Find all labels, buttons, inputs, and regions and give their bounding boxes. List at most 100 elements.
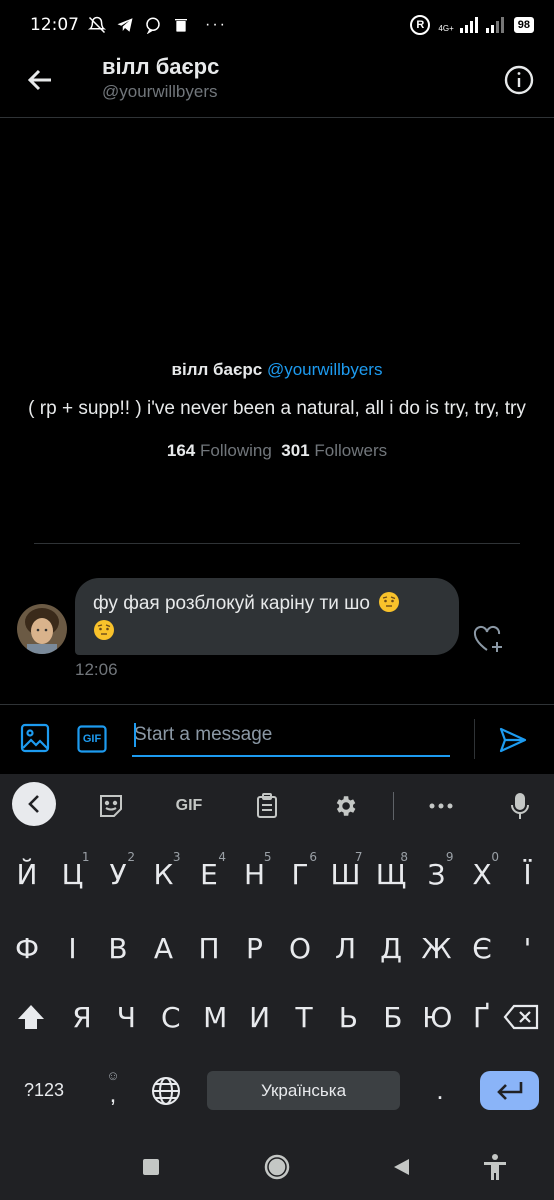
profile-name: вілл баєрс — [171, 360, 263, 379]
status-bar: 12:07 ··· R 4G+ 98 — [0, 0, 554, 50]
profile-title[interactable]: вілл баєрс @yourwillbyers — [0, 360, 554, 380]
key[interactable]: В — [95, 920, 141, 976]
conversation-header: вілл баєрс @yourwillbyers — [0, 50, 554, 118]
key[interactable]: Є — [459, 920, 505, 976]
symbols-key[interactable]: ?123 — [14, 1071, 74, 1110]
profile-stats: 164 Following 301 Followers — [0, 441, 554, 461]
enter-key[interactable] — [480, 1071, 539, 1110]
key[interactable]: І — [50, 920, 96, 976]
key[interactable]: Ї — [505, 846, 551, 902]
registered-icon: R — [410, 15, 431, 35]
more-notifications-icon: ··· — [205, 16, 227, 33]
key[interactable]: Н5 — [232, 846, 278, 902]
globe-icon — [152, 1076, 180, 1105]
virtual-keyboard: GIF ЙЦ1У2К3Е4Н5Г6Ш7Щ8З9Х0Ї Ф І В А П Р О Л Д Ж Є ' … — [0, 774, 554, 1200]
home-button[interactable] — [262, 1152, 292, 1182]
space-key[interactable]: Українська — [207, 1071, 400, 1110]
key[interactable]: Й — [4, 846, 50, 902]
emoji-comma-key[interactable]: ☺ , — [96, 1066, 130, 1116]
key[interactable]: Т — [281, 989, 327, 1045]
key[interactable]: Ч — [103, 989, 149, 1045]
key[interactable]: Ю — [414, 989, 460, 1045]
header-handle: @yourwillbyers — [102, 82, 218, 101]
key[interactable]: Р — [232, 920, 278, 976]
key[interactable]: Д — [368, 920, 414, 976]
comma-label: , — [109, 1081, 117, 1108]
clipboard-button[interactable] — [249, 788, 285, 824]
shift-key[interactable] — [8, 989, 54, 1045]
key[interactable]: Я — [59, 989, 105, 1045]
home-circle-icon — [264, 1154, 290, 1180]
key-label: Ц — [61, 857, 84, 891]
key[interactable]: И — [237, 989, 283, 1045]
heart-plus-icon — [473, 625, 502, 652]
key-label: Г — [291, 857, 309, 891]
send-button[interactable] — [498, 725, 528, 755]
clipboard-icon — [257, 793, 277, 818]
key[interactable]: Ь — [325, 989, 371, 1045]
signal-icon: 4G+ — [438, 17, 505, 33]
keyboard-gif-button[interactable]: GIF — [171, 788, 207, 824]
key[interactable]: Е4 — [186, 846, 232, 902]
key[interactable]: П — [186, 920, 232, 976]
key[interactable]: К3 — [141, 846, 187, 902]
key[interactable]: Ж — [414, 920, 460, 976]
add-gif-button[interactable]: GIF — [77, 725, 107, 753]
key-hint: 7 — [354, 850, 363, 864]
key[interactable]: Ф — [4, 920, 50, 976]
add-reaction-button[interactable] — [472, 624, 504, 654]
info-icon — [504, 65, 534, 95]
key-label: З — [427, 857, 446, 891]
keyboard-back-button[interactable] — [12, 782, 56, 826]
more-horizontal-icon — [429, 803, 453, 809]
key-label: Н — [243, 857, 266, 891]
key[interactable]: ' — [505, 920, 551, 976]
back-button[interactable] — [22, 62, 58, 98]
gif-label: GIF — [82, 733, 102, 745]
backspace-key[interactable] — [498, 989, 544, 1045]
key-hint: 9 — [445, 850, 454, 864]
key[interactable]: О — [277, 920, 323, 976]
key-label: У — [109, 857, 127, 891]
key-label: Й — [16, 857, 38, 891]
key[interactable]: Ц1 — [50, 846, 96, 902]
key[interactable]: Х0 — [459, 846, 505, 902]
key[interactable]: Л — [323, 920, 369, 976]
profile-summary: вілл баєрс @yourwillbyers ( rp + supp!! … — [0, 360, 554, 461]
message-bubble[interactable]: фу фая розблокуй каріну ти шо — [75, 578, 459, 655]
key[interactable]: А — [141, 920, 187, 976]
sticker-button[interactable] — [93, 788, 129, 824]
toolbar-divider — [393, 792, 394, 820]
navigation-bar — [0, 1140, 554, 1200]
key[interactable]: М — [192, 989, 238, 1045]
language-switch-key[interactable] — [148, 1071, 184, 1110]
key[interactable]: Б — [370, 989, 416, 1045]
key[interactable]: Г6 — [277, 846, 323, 902]
followers-link[interactable]: 301 Followers — [281, 441, 387, 460]
key[interactable]: Ш7 — [323, 846, 369, 902]
key[interactable]: С — [148, 989, 194, 1045]
period-key[interactable]: . — [425, 1071, 455, 1110]
message-composer: GIF — [0, 704, 554, 774]
key-hint: 8 — [400, 850, 408, 864]
following-label: Following — [199, 441, 272, 460]
settings-button[interactable] — [327, 788, 363, 824]
following-link[interactable]: 164 Following — [167, 441, 272, 460]
message-timestamp: 12:06 — [75, 660, 118, 679]
key[interactable]: У2 — [95, 846, 141, 902]
key[interactable]: З9 — [414, 846, 460, 902]
recents-button[interactable] — [136, 1152, 166, 1182]
add-image-button[interactable] — [20, 723, 50, 753]
message-input[interactable] — [132, 717, 450, 753]
viber-icon — [143, 15, 163, 35]
avatar[interactable] — [17, 604, 67, 654]
accessibility-button[interactable] — [480, 1152, 510, 1182]
key[interactable]: Щ8 — [368, 846, 414, 902]
info-button[interactable] — [502, 63, 536, 97]
nav-back-button[interactable] — [386, 1152, 416, 1182]
followers-label: Followers — [314, 441, 388, 460]
voice-input-button[interactable] — [502, 788, 538, 824]
more-options-button[interactable] — [423, 788, 459, 824]
sticker-icon — [100, 795, 122, 817]
followers-count: 301 — [281, 441, 310, 460]
